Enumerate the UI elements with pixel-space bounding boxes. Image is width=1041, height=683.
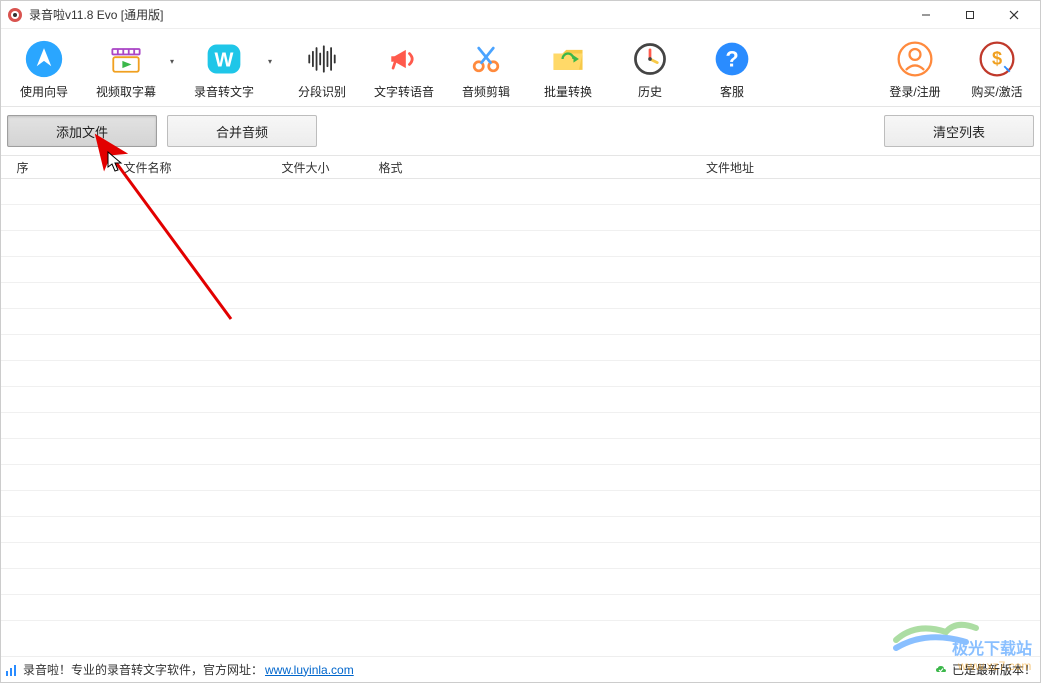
table-row	[1, 413, 1040, 439]
toolbar-support[interactable]: ? 客服	[691, 35, 773, 102]
toolbar-label: 使用向导	[20, 83, 68, 100]
folder-convert-icon	[546, 37, 590, 81]
window-controls	[904, 1, 1036, 29]
toolbar-label: 分段识别	[298, 83, 346, 100]
column-name[interactable]: 文件名称	[45, 156, 251, 178]
app-icon	[7, 7, 23, 23]
toolbar-label: 历史	[638, 83, 662, 100]
status-url-link[interactable]: www.luyinla.com	[265, 663, 354, 677]
table-row	[1, 569, 1040, 595]
help-icon: ?	[710, 37, 754, 81]
toolbar-batch-convert[interactable]: 批量转换	[527, 35, 609, 102]
table-row	[1, 179, 1040, 205]
table-row	[1, 387, 1040, 413]
column-path[interactable]: 文件地址	[421, 156, 1040, 178]
table-row	[1, 335, 1040, 361]
main-toolbar: 使用向导 视频取字幕 ▾ W 录音转文字 ▾ 分段识别 文字转语音	[1, 29, 1040, 107]
table-row	[1, 517, 1040, 543]
maximize-button[interactable]	[948, 1, 992, 29]
status-bar: 录音啦！专业的录音转文字软件，官方网址： www.luyinla.com 已是最…	[1, 656, 1040, 682]
column-seq[interactable]: 序	[1, 156, 45, 178]
add-file-button[interactable]: 添加文件	[7, 115, 157, 147]
toolbar-label: 视频取字幕	[96, 83, 156, 100]
table-header: 序 文件名称 文件大小 格式 文件地址	[1, 155, 1040, 179]
table-row	[1, 257, 1040, 283]
purchase-icon: $	[975, 37, 1019, 81]
table-row	[1, 491, 1040, 517]
cloud-check-icon	[934, 663, 948, 677]
toolbar-video-subtitle-dropdown[interactable]: ▾	[167, 57, 177, 66]
toolbar-audio-cut[interactable]: 音频剪辑	[445, 35, 527, 102]
status-version: 已是最新版本！	[952, 661, 1036, 678]
toolbar-text-to-speech[interactable]: 文字转语音	[363, 35, 445, 102]
toolbar-label: 音频剪辑	[462, 83, 510, 100]
table-row	[1, 543, 1040, 569]
svg-text:$: $	[992, 48, 1002, 68]
history-icon	[628, 37, 672, 81]
table-row	[1, 361, 1040, 387]
close-button[interactable]	[992, 1, 1036, 29]
toolbar-audio-to-text-dropdown[interactable]: ▾	[265, 57, 275, 66]
scissors-icon	[464, 37, 508, 81]
compass-icon	[22, 37, 66, 81]
toolbar-label: 录音转文字	[194, 83, 254, 100]
statusbar-icon	[5, 663, 19, 677]
clear-list-button[interactable]: 清空列表	[884, 115, 1034, 147]
waveform-icon	[300, 37, 344, 81]
column-format[interactable]: 格式	[361, 156, 421, 178]
window-title: 录音啦v11.8 Evo [通用版]	[29, 6, 163, 23]
megaphone-icon	[382, 37, 426, 81]
table-body[interactable]	[1, 179, 1040, 633]
table-row	[1, 309, 1040, 335]
toolbar-label: 文字转语音	[374, 83, 434, 100]
toolbar-history[interactable]: 历史	[609, 35, 691, 102]
table-row	[1, 231, 1040, 257]
merge-audio-button[interactable]: 合并音频	[167, 115, 317, 147]
table-row	[1, 595, 1040, 621]
table-row	[1, 439, 1040, 465]
toolbar-video-subtitle[interactable]: 视频取字幕	[85, 35, 167, 102]
status-text: 录音啦！专业的录音转文字软件，官方网址：	[23, 661, 263, 678]
svg-text:?: ?	[725, 46, 738, 71]
svg-text:W: W	[215, 49, 234, 71]
action-bar: 添加文件 合并音频 清空列表	[1, 107, 1040, 155]
toolbar-segment-recognize[interactable]: 分段识别	[281, 35, 363, 102]
window-titlebar: 录音啦v11.8 Evo [通用版]	[1, 1, 1040, 29]
toolbar-purchase[interactable]: $ 购买/激活	[956, 35, 1038, 102]
toolbar-label: 客服	[720, 83, 744, 100]
toolbar-audio-to-text[interactable]: W 录音转文字	[183, 35, 265, 102]
film-icon	[104, 37, 148, 81]
word-icon: W	[202, 37, 246, 81]
toolbar-label: 登录/注册	[889, 83, 940, 100]
user-icon	[893, 37, 937, 81]
toolbar-label: 购买/激活	[971, 83, 1022, 100]
table-row	[1, 283, 1040, 309]
column-size[interactable]: 文件大小	[251, 156, 361, 178]
table-row	[1, 205, 1040, 231]
table-row	[1, 465, 1040, 491]
toolbar-label: 批量转换	[544, 83, 592, 100]
toolbar-login[interactable]: 登录/注册	[874, 35, 956, 102]
toolbar-guide[interactable]: 使用向导	[3, 35, 85, 102]
minimize-button[interactable]	[904, 1, 948, 29]
